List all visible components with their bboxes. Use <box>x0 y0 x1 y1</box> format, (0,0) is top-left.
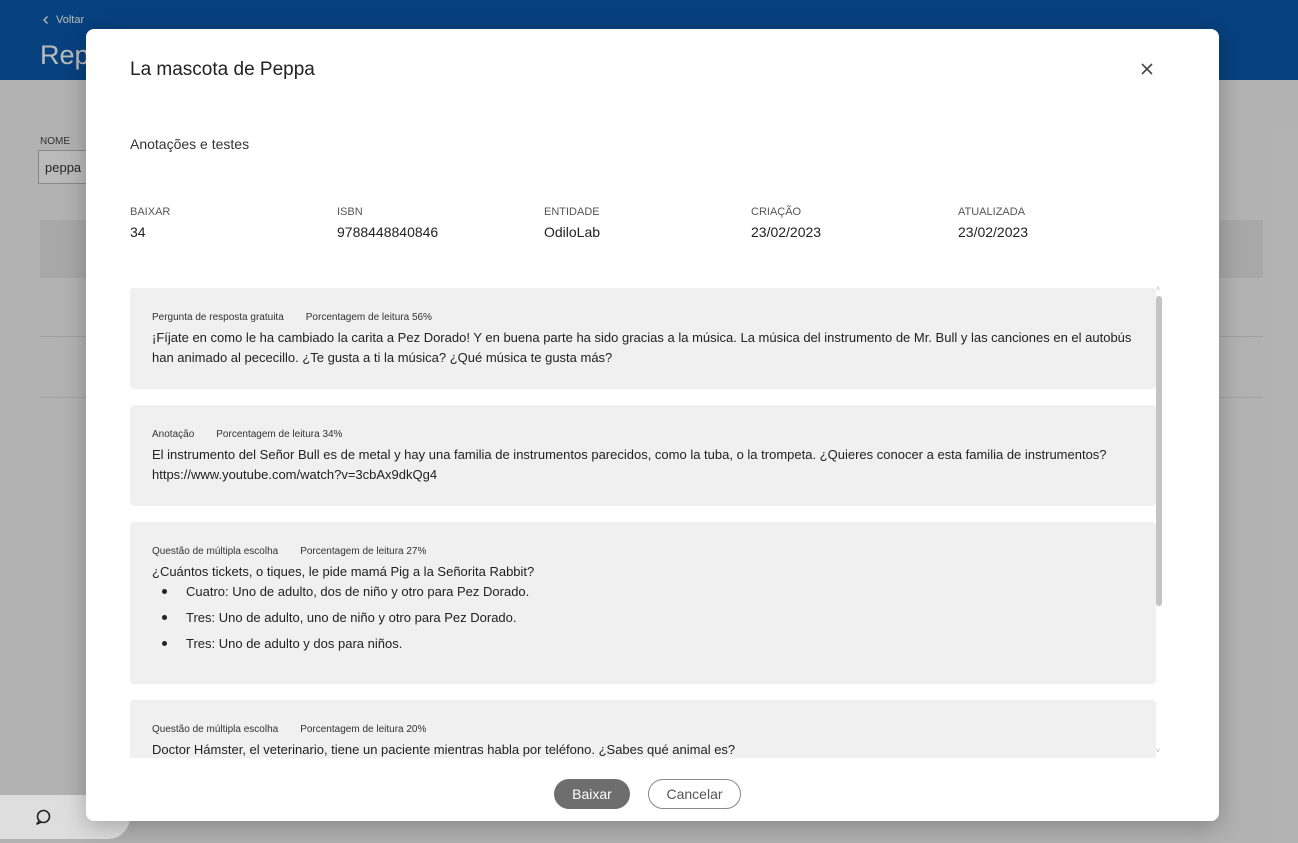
card-progress: Porcentagem de leitura 34% <box>216 429 343 440</box>
meta-label: ISBN <box>337 206 363 218</box>
card-text: ¡Fíjate en como le ha cambiado la carita… <box>152 330 1132 365</box>
card-type: Pergunta de resposta gratuita <box>152 312 284 323</box>
close-icon <box>1141 63 1153 75</box>
answer-option: Cuatro: Uno de adulto, dos de niño y otr… <box>152 582 1134 608</box>
answer-option: Tres: Uno de adulto, uno de niño y otro … <box>152 608 1134 634</box>
meta-updated: ATUALIZADA 23/02/2023 <box>958 206 1028 240</box>
meta-label: ATUALIZADA <box>958 206 1026 218</box>
meta-downloads: BAIXAR 34 <box>130 206 170 240</box>
modal-footer: Baixar Cancelar <box>86 779 1219 809</box>
card-text: ¿Cuántos tickets, o tiques, le pide mamá… <box>152 564 535 579</box>
annotations-modal: La mascota de Peppa Anotações e testes B… <box>86 29 1219 821</box>
annotation-card: Questão de múltipla escolha Porcentagem … <box>130 522 1156 684</box>
cancel-button[interactable]: Cancelar <box>648 779 741 809</box>
meta-value: 34 <box>130 224 146 240</box>
card-type: Questão de múltipla escolha <box>152 546 279 557</box>
meta-entity: ENTIDADE OdiloLab <box>544 206 600 240</box>
annotation-card: Anotação Porcentagem de leitura 34% El i… <box>130 405 1156 506</box>
annotation-card: Pergunta de resposta gratuita Porcentage… <box>130 288 1156 389</box>
card-meta: Pergunta de resposta gratuita Porcentage… <box>152 312 1134 323</box>
meta-label: CRIAÇÃO <box>751 206 802 218</box>
meta-value: 9788448840846 <box>337 224 439 240</box>
scrollbar-thumb[interactable] <box>1156 296 1162 606</box>
card-type: Anotação <box>152 429 195 440</box>
meta-value: 23/02/2023 <box>958 224 1029 240</box>
card-meta: Questão de múltipla escolha Porcentagem … <box>152 546 1134 557</box>
card-meta: Questão de múltipla escolha Porcentagem … <box>152 724 1134 735</box>
meta-isbn: ISBN 9788448840846 <box>337 206 438 240</box>
scroll-up-icon[interactable]: ˄ <box>1156 286 1162 293</box>
scroll-down-icon[interactable]: ˅ <box>1156 748 1162 755</box>
meta-created: CRIAÇÃO 23/02/2023 <box>751 206 821 240</box>
card-text: El instrumento del Señor Bull es de meta… <box>152 447 1107 482</box>
meta-value: 23/02/2023 <box>751 224 822 240</box>
meta-label: ENTIDADE <box>544 206 600 218</box>
chat-bubble-icon <box>36 809 51 825</box>
card-text: Doctor Hámster, el veterinario, tiene un… <box>152 742 736 757</box>
annotations-list[interactable]: Pergunta de resposta gratuita Porcentage… <box>130 288 1156 758</box>
modal-title: La mascota de Peppa <box>130 59 315 80</box>
card-meta: Anotação Porcentagem de leitura 34% <box>152 429 1134 440</box>
meta-value: OdiloLab <box>544 224 601 240</box>
card-progress: Porcentagem de leitura 27% <box>300 546 427 557</box>
answer-options: Cuatro: Uno de adulto, dos de niño y otr… <box>152 582 1134 660</box>
close-button[interactable] <box>1139 61 1155 77</box>
card-progress: Porcentagem de leitura 56% <box>305 312 432 323</box>
annotation-card: Questão de múltipla escolha Porcentagem … <box>130 700 1156 758</box>
list-scrollbar[interactable]: ˄ ˅ <box>1154 286 1162 758</box>
meta-label: BAIXAR <box>130 206 171 218</box>
card-type: Questão de múltipla escolha <box>152 724 279 735</box>
book-metadata: BAIXAR 34 ISBN 9788448840846 ENTIDADE Od… <box>130 206 1170 246</box>
download-button[interactable]: Baixar <box>554 779 630 809</box>
section-title: Anotações e testes <box>130 136 250 152</box>
card-progress: Porcentagem de leitura 20% <box>300 724 427 735</box>
answer-option: Tres: Uno de adulto y dos para niños. <box>152 634 1134 660</box>
